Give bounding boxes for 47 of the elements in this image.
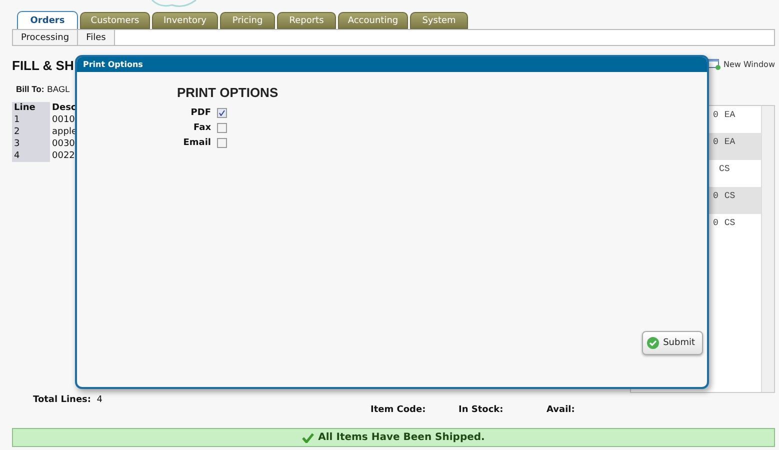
nav-tab[interactable]: Reports: [277, 12, 336, 29]
nav-tab[interactable]: Accounting: [338, 12, 408, 29]
field-value: BAGL: [47, 84, 70, 94]
field-label: In Stock:: [458, 405, 504, 417]
dialog-title: Print Options: [83, 60, 143, 69]
table-cell: 4: [12, 150, 50, 162]
dialog-heading: PRINT OPTIONS: [177, 85, 280, 100]
column-header: Desc: [51, 102, 78, 114]
nav-tab[interactable]: Pricing: [220, 12, 275, 29]
table-cell: 1: [12, 114, 50, 126]
field-label: Total Lines:: [33, 395, 92, 407]
table-cell-text: 0030: [51, 138, 76, 150]
quantity-text: 0: [713, 218, 718, 230]
unit-text: CS: [724, 218, 736, 230]
nav-tab[interactable]: Inventory: [152, 12, 218, 29]
nav-tab[interactable]: Orders: [17, 11, 78, 29]
submit-button[interactable]: Submit: [642, 331, 703, 355]
option-label: Email: [182, 138, 211, 148]
column-header: Line: [12, 102, 50, 114]
quantity-text: 0: [713, 137, 718, 149]
checkbox[interactable]: [217, 122, 227, 132]
page-title: FILL & SH: [12, 58, 75, 75]
table-cell: 2: [12, 126, 50, 138]
table-cell-text: 0010: [51, 114, 76, 126]
nav-tab[interactable]: System: [410, 12, 468, 29]
nav-tab[interactable]: Customers: [80, 12, 150, 29]
table-cell-text: 0022: [51, 150, 76, 162]
table-cell: 3: [12, 138, 50, 150]
unit-text: EA: [724, 110, 736, 122]
status-message: All Items Have Been Shipped.: [318, 432, 485, 443]
sub-tab[interactable]: Processing: [13, 30, 78, 45]
check-icon: [302, 432, 314, 442]
field-label: Avail:: [546, 405, 576, 417]
checkbox[interactable]: [217, 108, 227, 118]
field-label: Bill To:: [16, 84, 44, 94]
check-circle-icon: [647, 337, 660, 349]
option-label: PDF: [190, 108, 211, 118]
quantity-text: 0: [713, 110, 718, 122]
unit-text: CS: [719, 164, 730, 176]
field-label: Item Code:: [370, 405, 427, 417]
field-value: 4: [96, 395, 102, 407]
sub-tab[interactable]: Files: [78, 30, 115, 45]
option-label: Fax: [192, 122, 211, 132]
unit-text: EA: [724, 137, 736, 149]
quantity-text: 0: [713, 191, 718, 203]
checkbox[interactable]: [217, 138, 227, 148]
unit-text: CS: [724, 191, 736, 203]
